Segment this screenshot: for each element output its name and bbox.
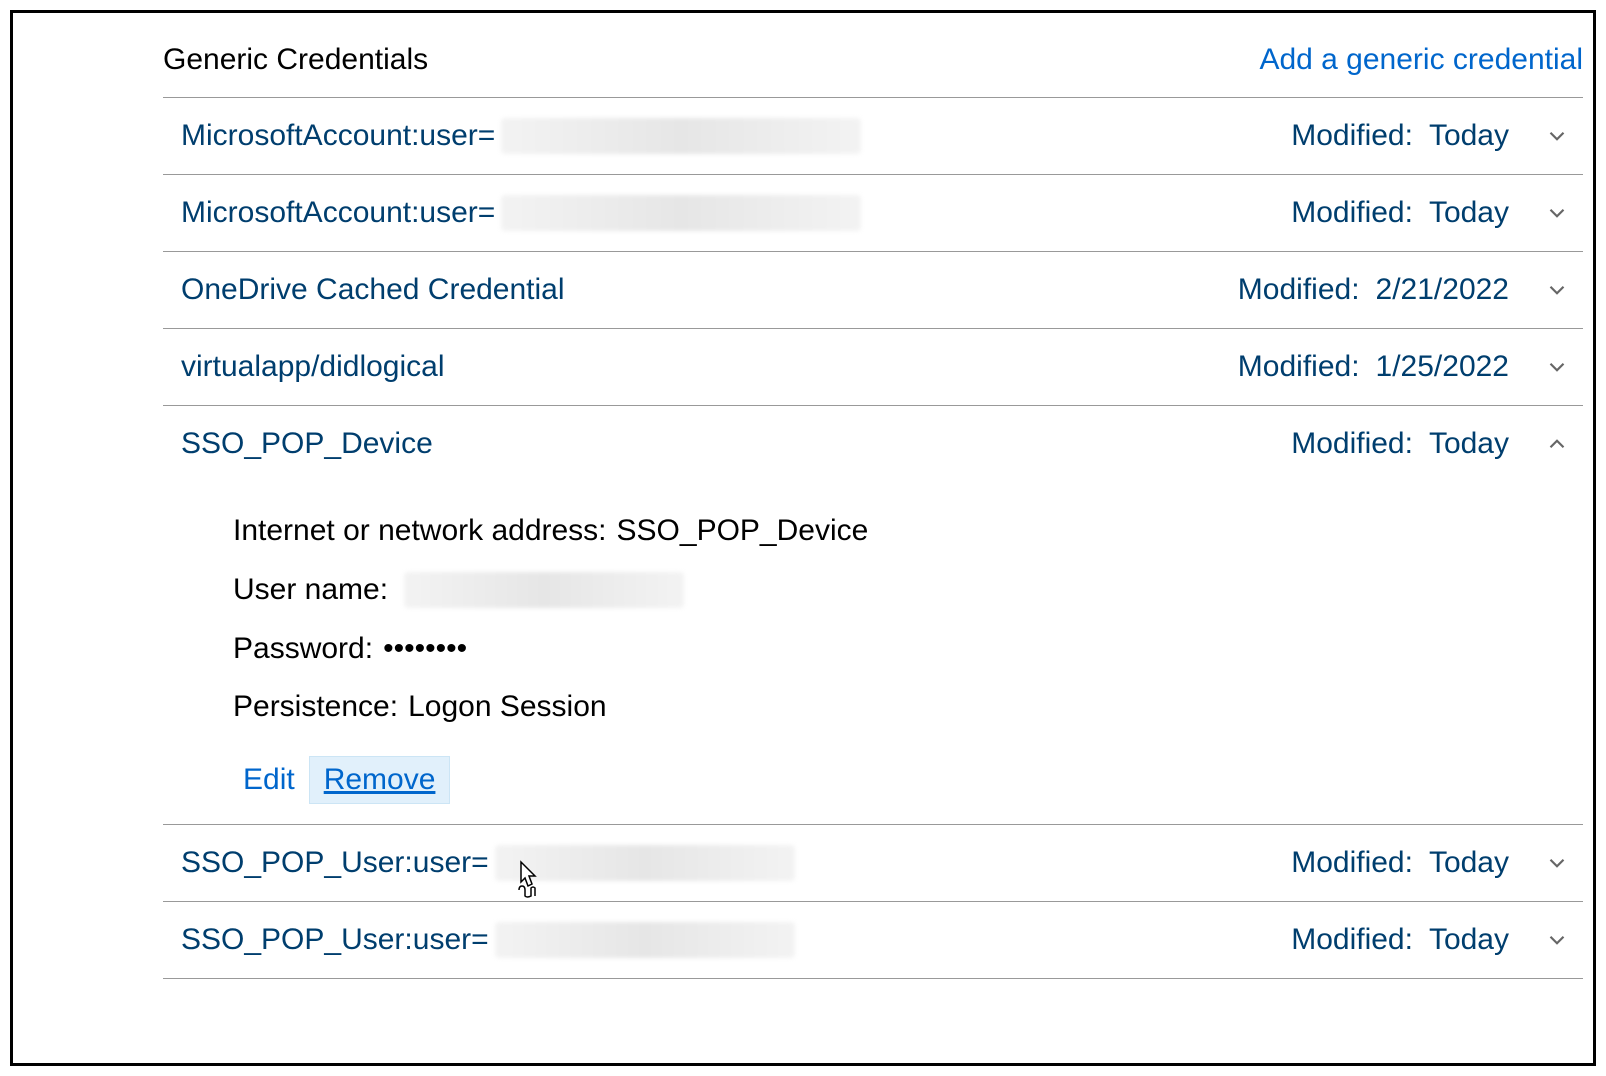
credential-name-text: MicrosoftAccount:user= (181, 196, 495, 230)
address-label: Internet or network address: (233, 514, 607, 548)
detail-password-row: Password: •••••••• (233, 620, 1583, 678)
modified-value: Today (1429, 196, 1509, 230)
credential-name: virtualapp/didlogical (163, 350, 1238, 384)
modified-value: Today (1429, 427, 1509, 461)
chevron-down-icon[interactable] (1537, 347, 1577, 387)
credential-modified: Modified: 1/25/2022 (1238, 347, 1583, 387)
password-label: Password: (233, 632, 373, 666)
credential-row[interactable]: OneDrive Cached Credential Modified: 2/2… (163, 251, 1583, 328)
detail-address-row: Internet or network address: SSO_POP_Dev… (233, 502, 1583, 560)
credential-name: SSO_POP_User:user= (163, 845, 1291, 881)
credential-row[interactable]: virtualapp/didlogical Modified: 1/25/202… (163, 328, 1583, 405)
modified-value: 1/25/2022 (1376, 350, 1509, 384)
modified-label: Modified: (1238, 273, 1360, 307)
credential-modified: Modified: Today (1291, 843, 1583, 883)
credential-name-text: SSO_POP_User:user= (181, 846, 489, 880)
detail-persistence-row: Persistence: Logon Session (233, 678, 1583, 736)
credential-name: OneDrive Cached Credential (163, 273, 1238, 307)
password-mask: •••••••• (383, 632, 467, 666)
credential-name-text: MicrosoftAccount:user= (181, 119, 495, 153)
credentials-panel: Generic Credentials Add a generic creden… (163, 33, 1583, 979)
address-value: SSO_POP_Device (617, 514, 869, 548)
modified-value: 2/21/2022 (1376, 273, 1509, 307)
modified-label: Modified: (1291, 119, 1413, 153)
modified-label: Modified: (1291, 196, 1413, 230)
chevron-down-icon[interactable] (1537, 116, 1577, 156)
modified-label: Modified: (1291, 427, 1413, 461)
credential-modified: Modified: Today (1291, 920, 1583, 960)
credential-modified: Modified: 2/21/2022 (1238, 270, 1583, 310)
redacted-value (495, 845, 795, 881)
persistence-value: Logon Session (408, 690, 607, 724)
credential-name-text: SSO_POP_User:user= (181, 923, 489, 957)
credential-row[interactable]: SSO_POP_User:user= Modified: Today (163, 901, 1583, 979)
chevron-down-icon[interactable] (1537, 843, 1577, 883)
credential-row[interactable]: SSO_POP_Device Modified: Today (163, 405, 1583, 482)
chevron-down-icon[interactable] (1537, 193, 1577, 233)
credential-name-text: SSO_POP_Device (181, 427, 433, 461)
edit-link[interactable]: Edit (233, 759, 305, 801)
credential-name: MicrosoftAccount:user= (163, 195, 1291, 231)
credential-row[interactable]: MicrosoftAccount:user= Modified: Today (163, 174, 1583, 251)
credential-name: SSO_POP_User:user= (163, 922, 1291, 958)
redacted-value (404, 572, 684, 608)
credential-name-text: virtualapp/didlogical (181, 350, 445, 384)
username-label: User name: (233, 573, 388, 607)
credential-modified: Modified: Today (1291, 193, 1583, 233)
credential-name-text: OneDrive Cached Credential (181, 273, 565, 307)
persistence-label: Persistence: (233, 690, 398, 724)
credential-modified: Modified: Today (1291, 424, 1583, 464)
modified-label: Modified: (1238, 350, 1360, 384)
section-header: Generic Credentials Add a generic creden… (163, 33, 1583, 97)
chevron-up-icon[interactable] (1537, 424, 1577, 464)
modified-value: Today (1429, 119, 1509, 153)
credential-actions: Edit Remove (233, 736, 1583, 804)
credential-details: Internet or network address: SSO_POP_Dev… (163, 482, 1583, 824)
modified-value: Today (1429, 923, 1509, 957)
modified-value: Today (1429, 846, 1509, 880)
section-title: Generic Credentials (163, 43, 428, 77)
chevron-down-icon[interactable] (1537, 920, 1577, 960)
credential-row[interactable]: MicrosoftAccount:user= Modified: Today (163, 97, 1583, 174)
add-credential-link[interactable]: Add a generic credential (1259, 43, 1583, 77)
detail-username-row: User name: (233, 560, 1583, 620)
modified-label: Modified: (1291, 846, 1413, 880)
credential-name: MicrosoftAccount:user= (163, 118, 1291, 154)
modified-label: Modified: (1291, 923, 1413, 957)
window-frame: Generic Credentials Add a generic creden… (10, 10, 1596, 1066)
credential-name: SSO_POP_Device (163, 427, 1291, 461)
chevron-down-icon[interactable] (1537, 270, 1577, 310)
redacted-value (495, 922, 795, 958)
credential-row[interactable]: SSO_POP_User:user= Modified: Today (163, 824, 1583, 901)
redacted-value (501, 118, 861, 154)
redacted-value (501, 195, 861, 231)
credential-modified: Modified: Today (1291, 116, 1583, 156)
remove-link[interactable]: Remove (309, 756, 451, 804)
